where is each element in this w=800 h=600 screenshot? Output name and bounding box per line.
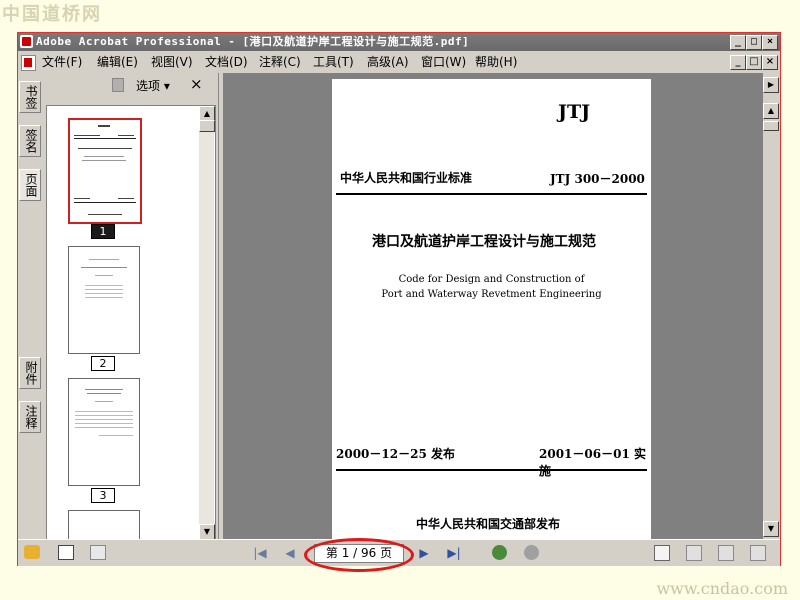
close-pane-button[interactable]: × [190,75,203,93]
menu-edit[interactable]: 编辑(E) [97,52,138,72]
pane-expand-icon[interactable]: ▶ [763,77,779,93]
continuous-facing-icon[interactable] [750,545,766,561]
menu-tools[interactable]: 工具(T) [313,52,354,72]
page-layout-icon[interactable] [90,545,106,560]
tab-signatures[interactable]: 签名 [19,125,41,157]
thumbnail-label: 3 [91,488,115,503]
tab-bookmarks[interactable]: 书签 [19,81,41,113]
maximize-button[interactable]: □ [746,35,762,50]
options-label: 选项 [136,79,161,93]
site-url-watermark: www.cndao.com [656,579,788,598]
trash-icon[interactable] [112,78,124,92]
menu-document[interactable]: 文档(D) [205,52,248,72]
menu-advanced[interactable]: 高级(A) [367,52,409,72]
highlight-circle [304,538,414,572]
previous-page-icon[interactable]: ◀ [282,546,298,560]
doc-minimize-button[interactable]: _ [730,55,746,70]
effective-date: 2001－06－01 实施 [539,447,646,478]
acrobat-logo-icon [20,35,33,48]
document-page[interactable]: JTJ 中华人民共和国行业标准 JTJ 300－2000 港口及航道护岸工程设计… [332,79,651,539]
document-title-cn: 港口及航道护岸工程设计与施工规范 [372,234,596,250]
security-icon[interactable] [24,545,40,559]
document-title-en-2: Port and Waterway Revetment Engineering [381,289,602,300]
header-rule [336,193,647,195]
menu-file[interactable]: 文件(F) [42,52,82,72]
publisher: 中华人民共和国交通部发布 [416,517,561,531]
issue-date: 2000－12－25 发布 [336,447,455,461]
thumbnail-scrollbar[interactable]: ▲ ▼ [199,106,215,540]
last-page-icon[interactable]: ▶| [446,546,462,560]
thumbnail-page-2[interactable] [68,246,140,354]
title-bar: Adobe Acrobat Professional - [港口及航道护岸工程设… [18,33,780,51]
doc-close-button[interactable]: × [762,55,778,70]
next-page-icon[interactable]: ▶ [416,546,432,560]
window-title: Adobe Acrobat Professional - [港口及航道护岸工程设… [36,35,470,48]
menu-window[interactable]: 窗口(W) [421,52,466,72]
standard-number: JTJ 300－2000 [550,172,645,186]
scroll-down-icon[interactable]: ▼ [763,521,779,537]
doc-restore-button[interactable]: □ [746,55,762,70]
fullscreen-icon[interactable] [58,545,74,560]
footer-rule [336,469,647,471]
tab-attachments[interactable]: 附件 [19,357,41,389]
acrobat-window: Adobe Acrobat Professional - [港口及航道护岸工程设… [17,32,781,572]
site-watermark: 中国道桥网 [2,4,102,25]
standard-label: 中华人民共和国行业标准 [340,171,473,185]
thumbnail-page-4[interactable] [68,510,140,540]
document-icon[interactable] [21,55,36,71]
back-view-icon[interactable] [492,545,507,560]
tab-comments[interactable]: 注释 [19,401,41,433]
facing-icon[interactable] [718,545,734,561]
menu-view[interactable]: 视图(V) [151,52,193,72]
side-tabs: 书签 签名 页面 附件 注释 [18,73,41,539]
thumbnail-list[interactable]: 1 2 3 ▲ ▼ [46,105,216,541]
continuous-icon[interactable] [686,545,702,561]
thumbnail-page-3[interactable] [68,378,140,486]
scroll-thumb[interactable] [199,120,215,132]
first-page-icon[interactable]: |◀ [252,546,268,560]
standard-code: JTJ [558,101,591,123]
document-title-en-1: Code for Design and Construction of [398,274,585,285]
options-button[interactable]: 选项 ▾ [136,77,170,94]
minimize-button[interactable]: _ [730,35,746,50]
pages-panel-header: 选项 ▾ × [44,73,216,97]
scroll-thumb[interactable] [763,121,779,131]
thumbnail-label: 2 [91,356,115,371]
thumbnail-label: 1 [91,224,115,239]
document-scrollbar[interactable]: ▶ ▲ ▼ [763,73,780,539]
scroll-up-icon[interactable]: ▲ [763,103,779,119]
thumbnail-page-1[interactable] [68,118,142,224]
tab-pages[interactable]: 页面 [19,169,41,201]
status-bar: |◀ ◀ 第 1 / 96 页 ▶ ▶| [18,538,780,572]
forward-view-icon[interactable] [524,545,539,560]
scroll-down-icon[interactable]: ▼ [199,524,215,540]
menu-comments[interactable]: 注释(C) [259,52,301,72]
close-button[interactable]: × [762,35,778,50]
menu-help[interactable]: 帮助(H) [475,52,517,72]
single-page-icon[interactable] [654,545,670,561]
menu-bar: 文件(F) 编辑(E) 视图(V) 文档(D) 注释(C) 工具(T) 高级(A… [18,52,780,72]
